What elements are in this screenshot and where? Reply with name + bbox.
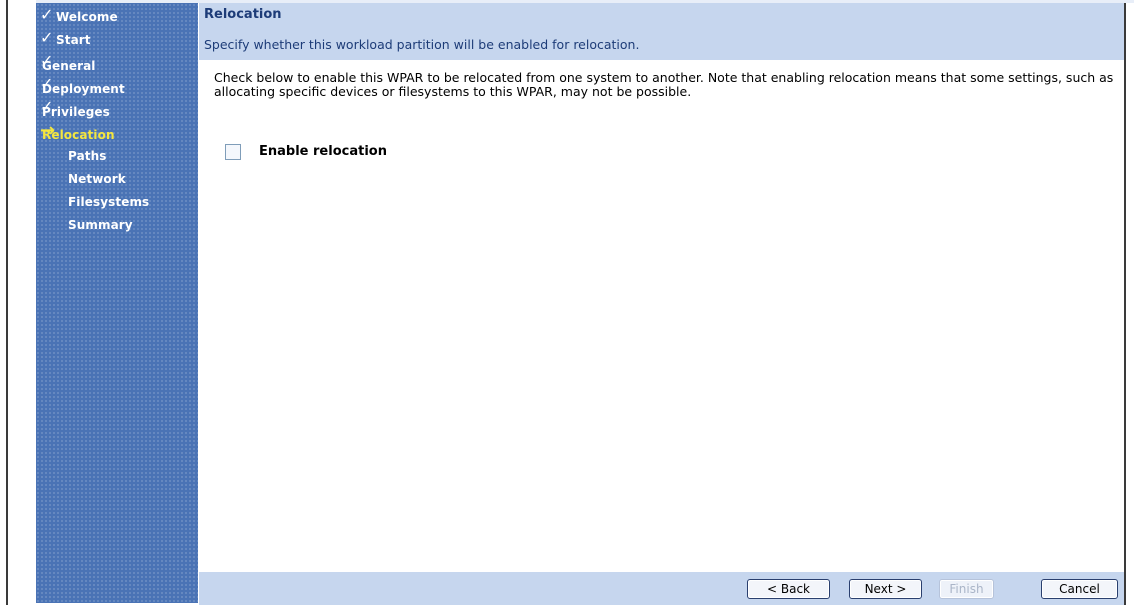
wizard-step-sidebar: ✓ Welcome ✓ Start ✓ General ✓ Deployment… — [36, 3, 198, 603]
sidebar-item-label: Relocation — [42, 128, 115, 142]
sidebar-item-network[interactable]: Network — [36, 169, 198, 191]
sidebar-item-label: Welcome — [56, 10, 118, 24]
sidebar-item-label: Summary — [68, 218, 133, 232]
relocation-description: Check below to enable this WPAR to be re… — [214, 70, 1114, 99]
next-button[interactable]: Next > — [849, 579, 922, 599]
cancel-button[interactable]: Cancel — [1041, 579, 1118, 599]
enable-relocation-label[interactable]: Enable relocation — [259, 144, 387, 159]
sidebar-item-general[interactable]: ✓ General — [36, 51, 198, 75]
sidebar-item-summary[interactable]: Summary — [36, 215, 198, 237]
sidebar-item-privileges[interactable]: ✓ Privileges — [36, 97, 198, 121]
sidebar-item-label: Deployment — [42, 82, 125, 96]
enable-relocation-checkbox[interactable] — [225, 144, 241, 160]
checkmark-icon: ✓ — [40, 28, 54, 47]
window-right-border — [1124, 0, 1126, 605]
sidebar-item-label: Network — [68, 172, 126, 186]
page-title: Relocation — [204, 7, 282, 22]
page-header: Relocation Specify whether this workload… — [199, 3, 1124, 60]
sidebar-item-deployment[interactable]: ✓ Deployment — [36, 74, 198, 98]
sidebar-item-start[interactable]: ✓ Start — [36, 28, 198, 52]
sidebar-item-paths[interactable]: Paths — [36, 146, 198, 168]
sidebar-item-filesystems[interactable]: Filesystems — [36, 192, 198, 214]
sidebar-item-relocation[interactable]: → Relocation — [36, 120, 198, 145]
sidebar-item-label: Start — [56, 33, 91, 47]
sidebar-item-label: General — [42, 59, 96, 73]
finish-button: Finish — [939, 579, 994, 599]
back-button[interactable]: < Back — [747, 579, 830, 599]
sidebar-item-welcome[interactable]: ✓ Welcome — [36, 5, 198, 29]
wizard-button-bar: < Back Next > Finish Cancel — [199, 572, 1124, 605]
page-subtitle: Specify whether this workload partition … — [204, 37, 640, 52]
sidebar-item-label: Filesystems — [68, 195, 150, 209]
checkmark-icon: ✓ — [40, 5, 54, 24]
main-content: Check below to enable this WPAR to be re… — [199, 60, 1124, 572]
window-left-border — [6, 0, 8, 605]
sidebar-item-label: Privileges — [42, 105, 110, 119]
sidebar-item-label: Paths — [68, 149, 107, 163]
